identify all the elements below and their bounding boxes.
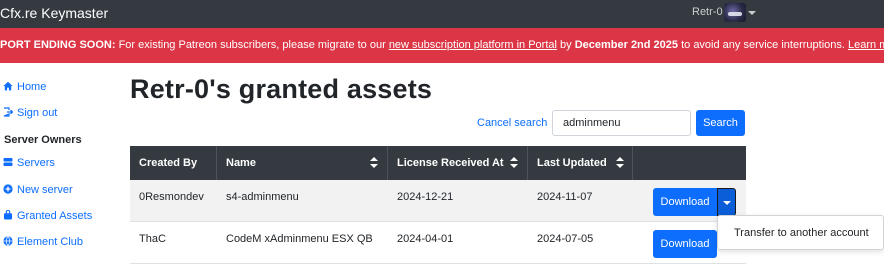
sidebar-item-label: New server: [17, 184, 73, 196]
sidebar-item-new-server[interactable]: New server: [3, 180, 73, 200]
cell-name: CodeM xAdminmenu ESX QB: [226, 233, 373, 245]
download-button[interactable]: Download: [653, 188, 717, 216]
cell-last-updated: 2024-11-07: [537, 191, 593, 203]
sort-icon[interactable]: [616, 157, 624, 169]
page-title: Retr-0's granted assets: [130, 74, 433, 104]
sidebar-item-label: Servers: [17, 157, 55, 169]
plus-circle-icon: [3, 184, 13, 194]
sidebar-item-home[interactable]: Home: [3, 77, 46, 97]
table-row: 0Resmondev s4-adminmenu 2024-12-21 2024-…: [130, 180, 746, 222]
globe-icon: [3, 236, 13, 246]
server-icon: [3, 158, 13, 166]
brand-title[interactable]: Cfx.re Keymaster: [0, 0, 108, 28]
cell-name: s4-adminmenu: [226, 191, 299, 203]
alert-text-2: by: [556, 39, 575, 51]
column-header-label: Last Updated: [537, 157, 607, 169]
download-button[interactable]: Download: [653, 230, 717, 258]
sidebar-item-label: Granted Assets: [17, 210, 93, 222]
cell-created-by: ThaC: [139, 233, 166, 245]
sort-icon[interactable]: [510, 157, 518, 169]
top-navbar: Cfx.re Keymaster Retr-0: [0, 0, 884, 28]
sidebar-item-sign-out[interactable]: Sign out: [3, 103, 57, 123]
sidebar-item-label: Home: [17, 81, 47, 93]
search-button[interactable]: Search: [696, 110, 745, 136]
cell-created-by: 0Resmondev: [139, 191, 204, 203]
home-icon: [3, 81, 13, 91]
caret-down-icon: [723, 201, 731, 205]
user-menu-chevron-down-icon[interactable]: [748, 11, 756, 15]
cell-last-updated: 2024-07-05: [537, 233, 594, 245]
migration-alert-banner: PORT ENDING SOON: For existing Patreon s…: [0, 28, 884, 63]
sort-icon[interactable]: [370, 157, 378, 169]
column-header-license-received-at[interactable]: License Received At: [388, 146, 528, 180]
sidebar-section-server-owners: Server Owners: [4, 134, 82, 146]
column-header-actions: [633, 146, 746, 180]
sidebar-item-servers[interactable]: Servers: [3, 153, 55, 173]
username[interactable]: Retr-0: [692, 0, 723, 28]
column-header-label: License Received At: [397, 157, 504, 169]
bag-icon: [4, 210, 12, 220]
table-row: ThaC CodeM xAdminmenu ESX QB 2024-04-01 …: [130, 222, 746, 264]
sidebar-item-granted-assets[interactable]: Granted Assets: [3, 206, 92, 226]
column-header-created-by[interactable]: Created By: [130, 146, 217, 180]
search-input[interactable]: [552, 110, 691, 136]
column-header-name[interactable]: Name: [217, 146, 388, 180]
sign-out-icon: [3, 107, 13, 117]
portal-subscription-link[interactable]: new subscription platform in Portal: [389, 39, 557, 51]
sidebar-item-label: Sign out: [17, 107, 58, 119]
user-avatar-icon[interactable]: [724, 3, 746, 22]
column-header-label: Created By: [139, 157, 198, 169]
sidebar-item-element-club[interactable]: Element Club: [3, 232, 83, 252]
download-dropdown-toggle[interactable]: [717, 188, 736, 216]
column-header-last-updated[interactable]: Last Updated: [528, 146, 633, 180]
alert-deadline: December 2nd 2025: [574, 39, 679, 51]
alert-text-1: For existing Patreon subscribers, please…: [115, 39, 389, 51]
transfer-account-menu-item[interactable]: Transfer to another account: [734, 227, 869, 239]
assets-table-header: Created By Name License Received At Last…: [130, 146, 746, 180]
cancel-search-link[interactable]: Cancel search: [477, 116, 547, 130]
cell-license-received-at: 2024-04-01: [397, 233, 454, 245]
download-options-menu: Transfer to another account: [717, 215, 884, 250]
alert-prefix: PORT ENDING SOON:: [0, 39, 116, 51]
sidebar-item-label: Element Club: [17, 236, 84, 248]
learn-more-link[interactable]: Learn more: [848, 39, 884, 51]
column-header-label: Name: [226, 157, 256, 169]
alert-text-3: to avoid any service interruptions.: [678, 39, 849, 51]
cell-license-received-at: 2024-12-21: [397, 191, 454, 203]
